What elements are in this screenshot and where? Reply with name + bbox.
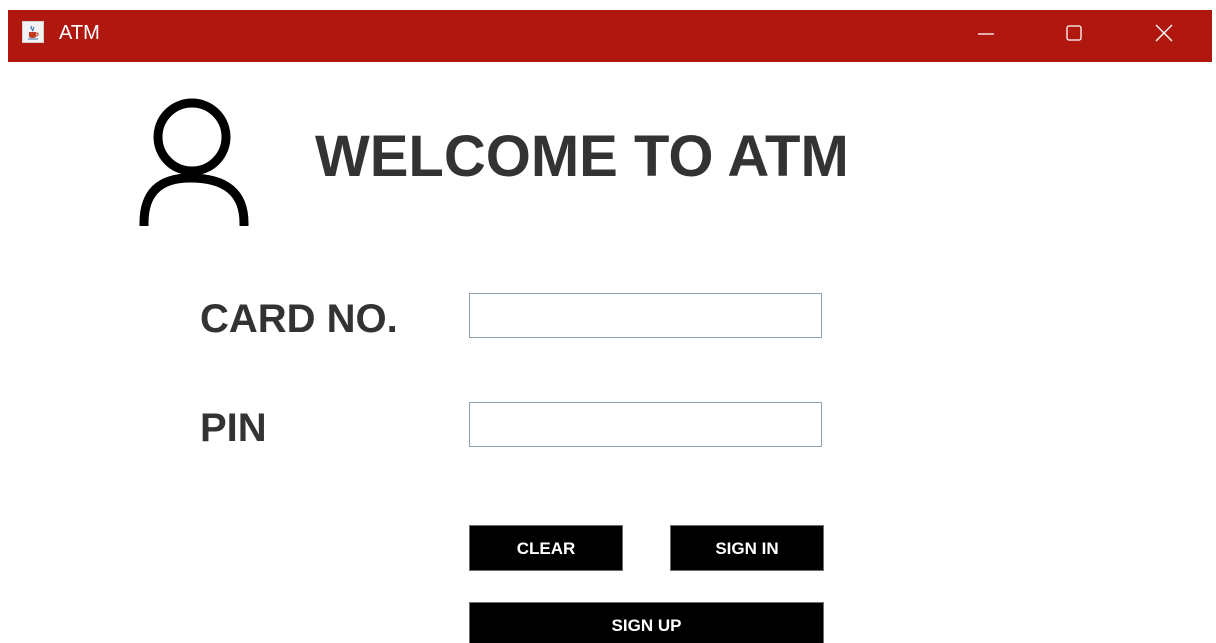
java-cup-icon[interactable] [22,21,44,43]
minimize-button[interactable] [956,10,1016,56]
title-bar[interactable]: ATM [8,10,1212,62]
pin-input[interactable] [469,402,822,447]
atm-window: ATM WELCOME TO ATM CARD NO. PIN CLEAR SI… [8,10,1212,643]
login-panel: WELCOME TO ATM CARD NO. PIN CLEAR SIGN I… [8,62,1212,643]
page-title: WELCOME TO ATM [315,124,849,189]
card-number-label: CARD NO. [200,297,398,341]
card-number-input[interactable] [469,293,822,338]
sign-in-button[interactable]: SIGN IN [670,525,824,571]
user-icon [130,86,250,246]
close-button[interactable] [1134,10,1194,56]
sign-up-button[interactable]: SIGN UP [469,602,824,643]
window-title: ATM [59,22,100,44]
maximize-button[interactable] [1044,10,1104,56]
pin-label: PIN [200,406,267,450]
clear-button[interactable]: CLEAR [469,525,623,571]
